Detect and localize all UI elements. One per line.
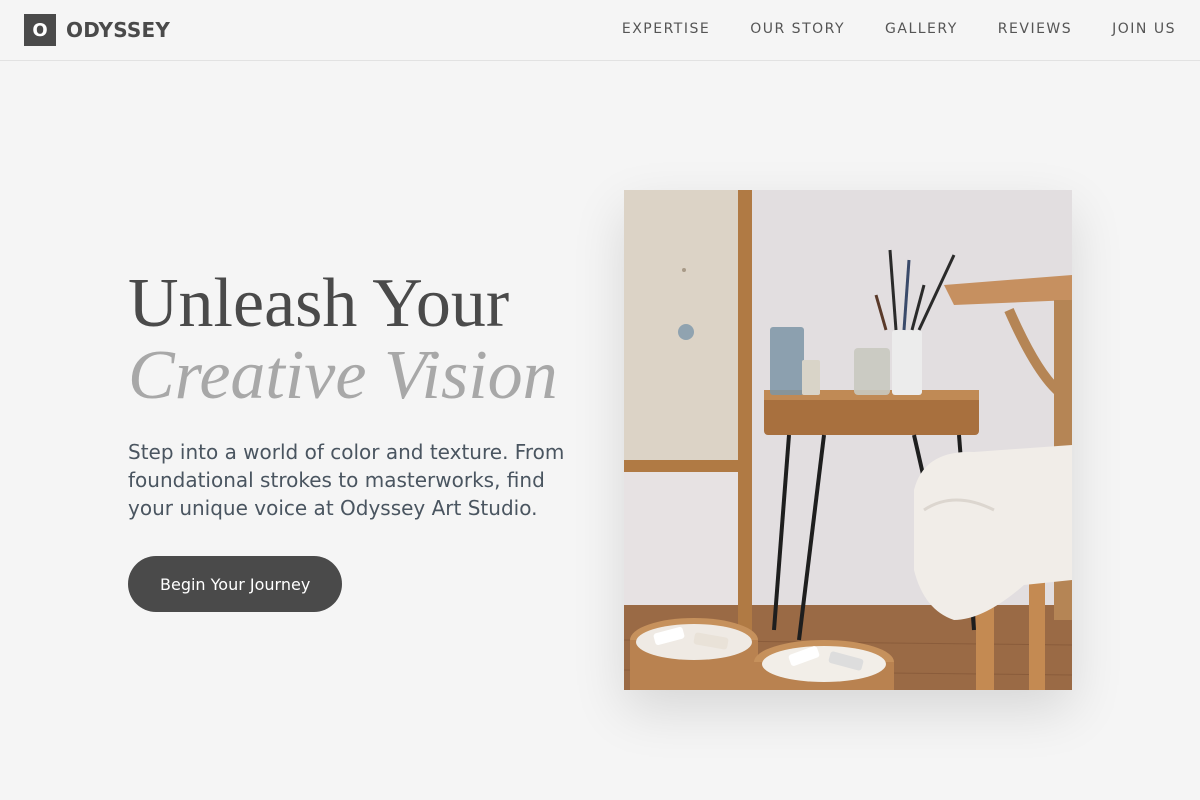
begin-journey-button[interactable]: Begin Your Journey bbox=[128, 556, 343, 612]
logo-mark: O bbox=[24, 14, 56, 46]
nav-gallery[interactable]: GALLERY bbox=[885, 19, 958, 39]
nav-join-us[interactable]: JOIN US bbox=[1112, 19, 1176, 39]
main-nav: EXPERTISE OUR STORY GALLERY REVIEWS JOIN… bbox=[622, 19, 1176, 39]
art-studio-illustration bbox=[624, 190, 1072, 690]
hero-section: Unleash Your Creative Vision Step into a… bbox=[128, 268, 588, 612]
headline-line-2: Creative Vision bbox=[128, 337, 558, 414]
brand-name: ODYSSEY bbox=[66, 18, 171, 42]
logo[interactable]: O ODYSSEY bbox=[24, 14, 170, 46]
nav-reviews[interactable]: REVIEWS bbox=[998, 19, 1072, 39]
headline-line-1: Unleash Your bbox=[128, 265, 510, 342]
hero-description: Step into a world of color and texture. … bbox=[128, 440, 565, 520]
nav-expertise[interactable]: EXPERTISE bbox=[622, 19, 710, 39]
hero-image bbox=[624, 190, 1072, 690]
site-header: O ODYSSEY EXPERTISE OUR STORY GALLERY RE… bbox=[0, 0, 1200, 61]
nav-our-story[interactable]: OUR STORY bbox=[750, 19, 845, 39]
